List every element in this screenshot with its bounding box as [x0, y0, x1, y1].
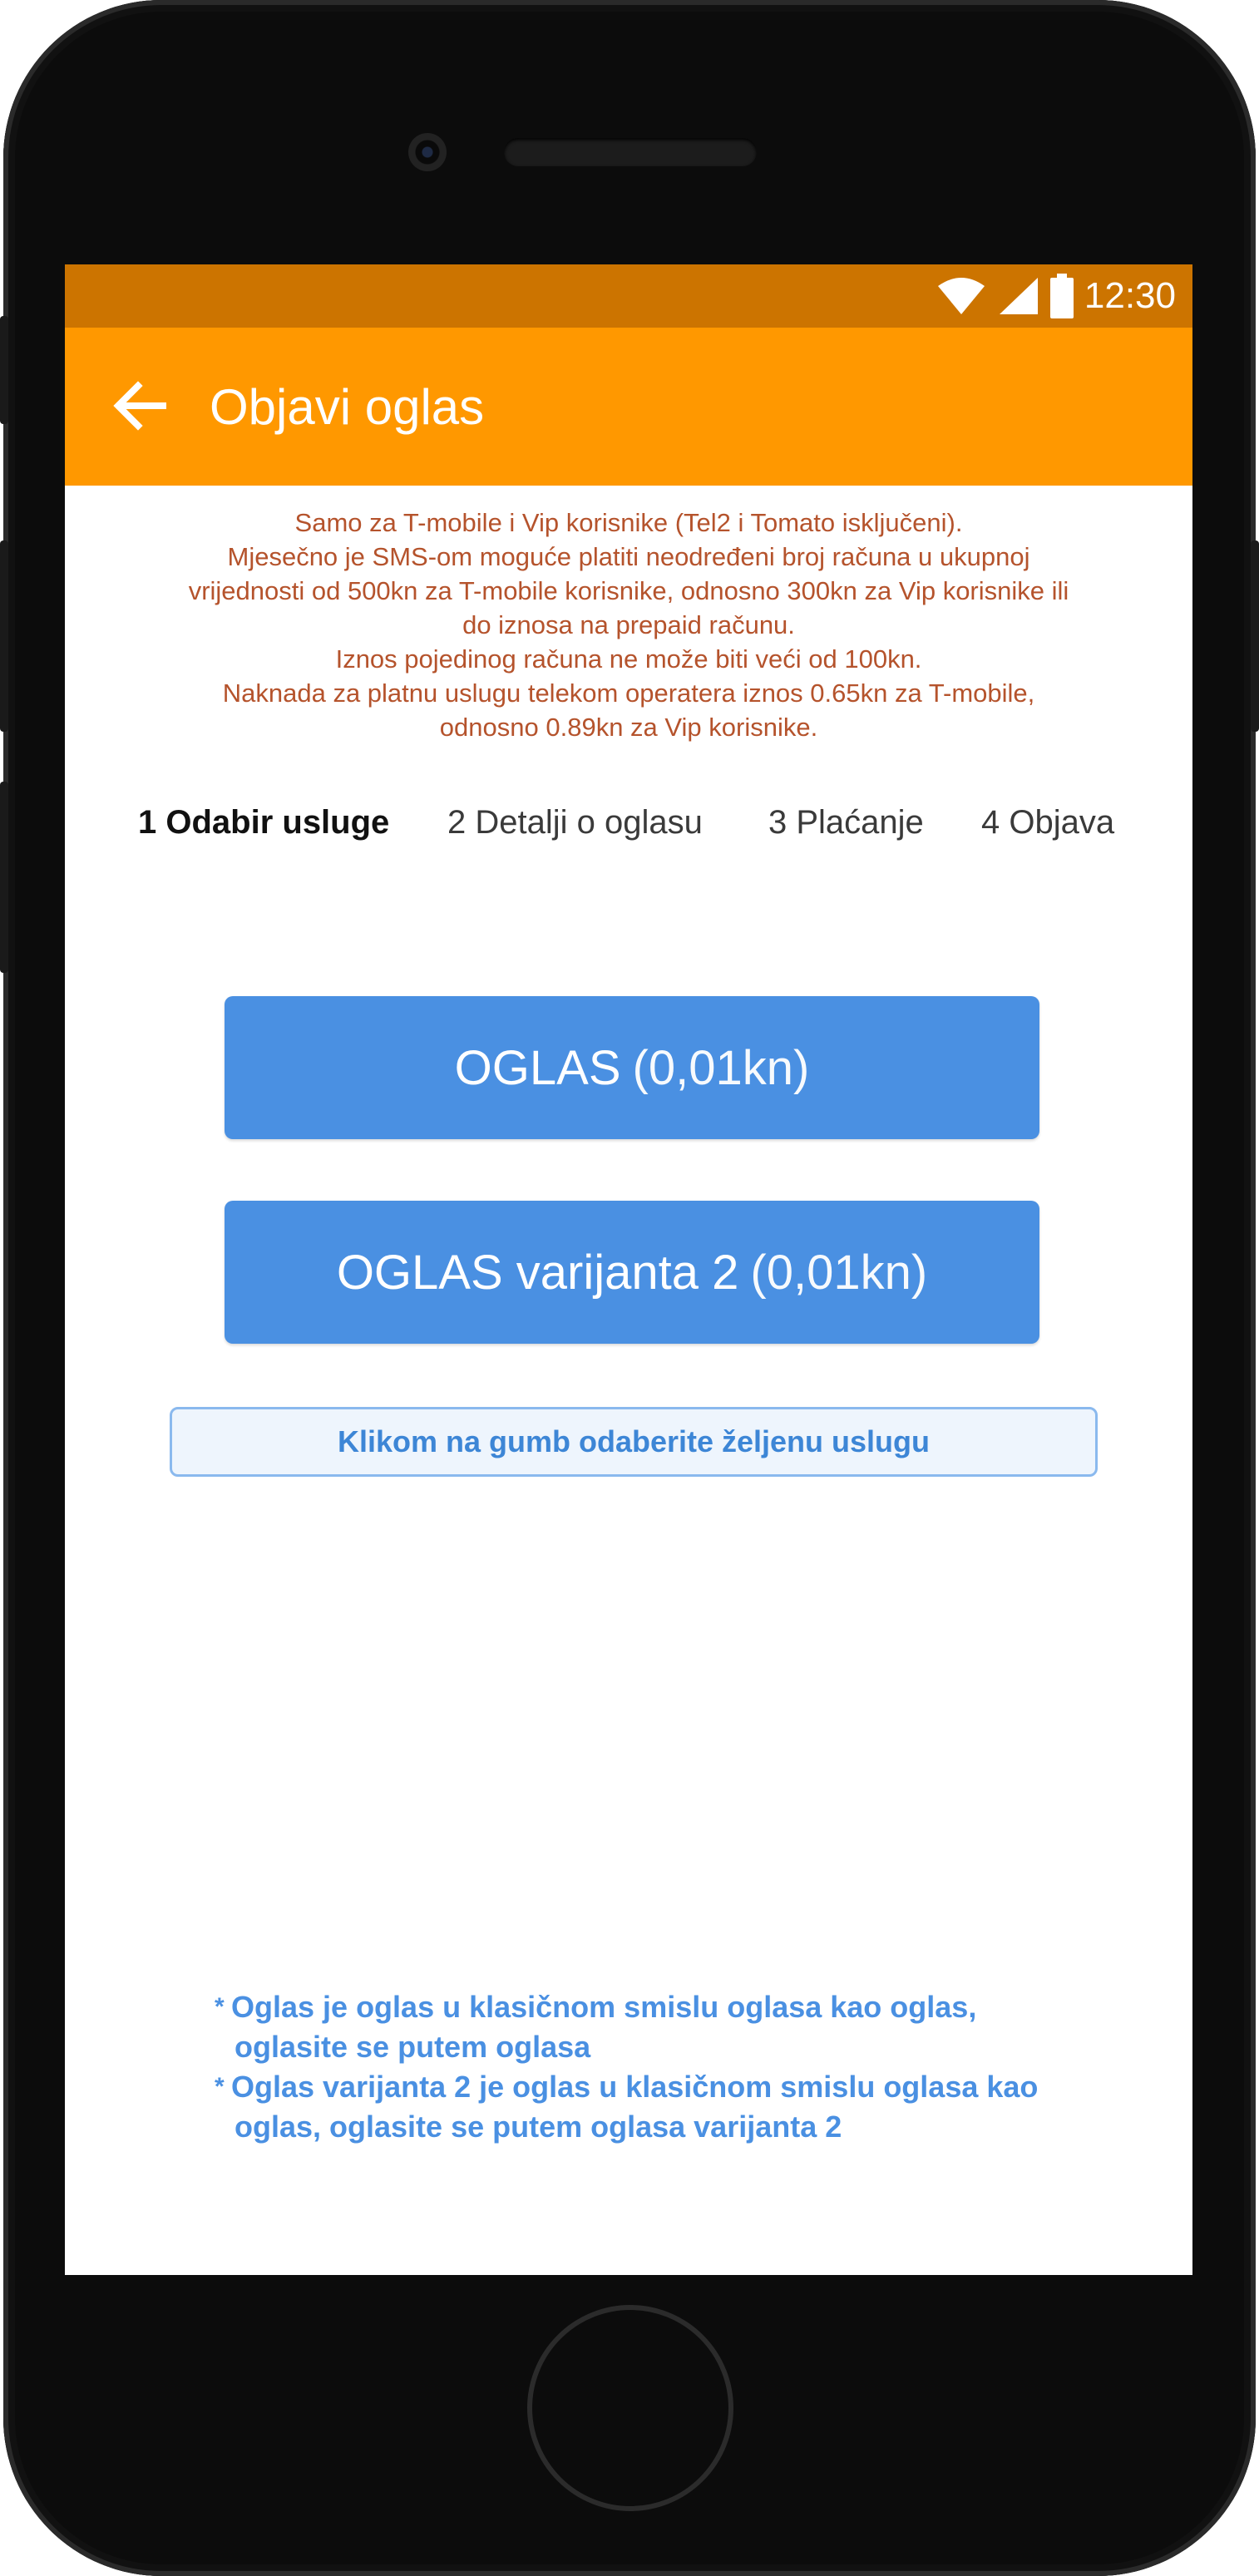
payment-notice: Samo za T-mobile i Vip korisnike (Tel2 i…	[98, 506, 1159, 744]
volume-up-button	[0, 540, 8, 732]
oglas-varijanta-2-button[interactable]: OGLAS varijanta 2 (0,01kn)	[225, 1201, 1039, 1344]
status-time: 12:30	[1084, 275, 1176, 316]
footnote-line: oglasite se putem oglasa	[235, 2030, 591, 2064]
step-2-detalji: 2 Detalji o oglasu	[447, 804, 703, 841]
wifi-icon	[937, 278, 985, 314]
status-bar: 12:30	[65, 264, 1192, 328]
arrow-left-icon[interactable]	[110, 376, 170, 436]
footnote-line: Oglas varijanta 2 je oglas u klasičnom s…	[231, 2070, 1039, 2104]
footnote-item: * Oglas je oglas u klasičnom smislu ogla…	[215, 1987, 1163, 2067]
service-price: (0,01kn)	[750, 1245, 928, 1300]
footnote-asterisk: *	[215, 1993, 225, 2021]
mute-switch	[0, 316, 8, 424]
app-bar: Objavi oglas	[65, 328, 1192, 486]
page-title: Objavi oglas	[210, 379, 485, 435]
footnote-asterisk: *	[215, 2073, 225, 2100]
volume-down-button	[0, 782, 8, 973]
battery-icon	[1049, 274, 1074, 318]
earpiece-speaker	[504, 138, 757, 166]
hint-box: Klikom na gumb odaberite željenu uslugu	[170, 1407, 1098, 1477]
notice-line: Mjesečno je SMS-om moguće platiti neodre…	[227, 542, 1030, 571]
power-button	[1251, 540, 1259, 732]
signal-icon	[999, 278, 1038, 314]
footnote-item: * Oglas varijanta 2 je oglas u klasičnom…	[215, 2067, 1163, 2147]
service-price: (0,01kn)	[632, 1040, 810, 1095]
oglas-button[interactable]: OGLAS (0,01kn)	[225, 996, 1039, 1139]
home-button[interactable]	[527, 2305, 733, 2511]
step-4-objava: 4 Objava	[981, 804, 1115, 841]
front-camera	[408, 133, 447, 171]
status-icons: 12:30	[936, 271, 1176, 321]
notice-line: Iznos pojedinog računa ne može biti veći…	[335, 644, 922, 674]
footnotes: * Oglas je oglas u klasičnom smislu ogla…	[215, 1987, 1163, 2147]
step-3-placanje: 3 Plaćanje	[768, 804, 924, 841]
service-name: OGLAS	[454, 1040, 621, 1095]
notice-line: Samo za T-mobile i Vip korisnike (Tel2 i…	[294, 508, 963, 537]
notice-line: odnosno 0.89kn za Vip korisnike.	[439, 713, 818, 742]
footnote-line: oglas, oglasite se putem oglasa varijant…	[235, 2110, 842, 2144]
step-1-odabir-usluge: 1 Odabir usluge	[138, 804, 390, 841]
notice-line: do iznosa na prepaid računu.	[462, 610, 795, 639]
notice-line: vrijednosti od 500kn za T-mobile korisni…	[188, 576, 1069, 605]
footnote-line: Oglas je oglas u klasičnom smislu oglasa…	[231, 1990, 977, 2024]
phone-screen: 12:30 Objavi oglas Samo za T-mobile i Vi…	[65, 264, 1192, 2275]
step-indicator: 1 Odabir usluge 2 Detalji o oglasu 3 Pla…	[65, 793, 1192, 851]
service-name: OGLAS varijanta 2	[336, 1245, 739, 1300]
notice-line: Naknada za platnu uslugu telekom operate…	[222, 679, 1035, 708]
